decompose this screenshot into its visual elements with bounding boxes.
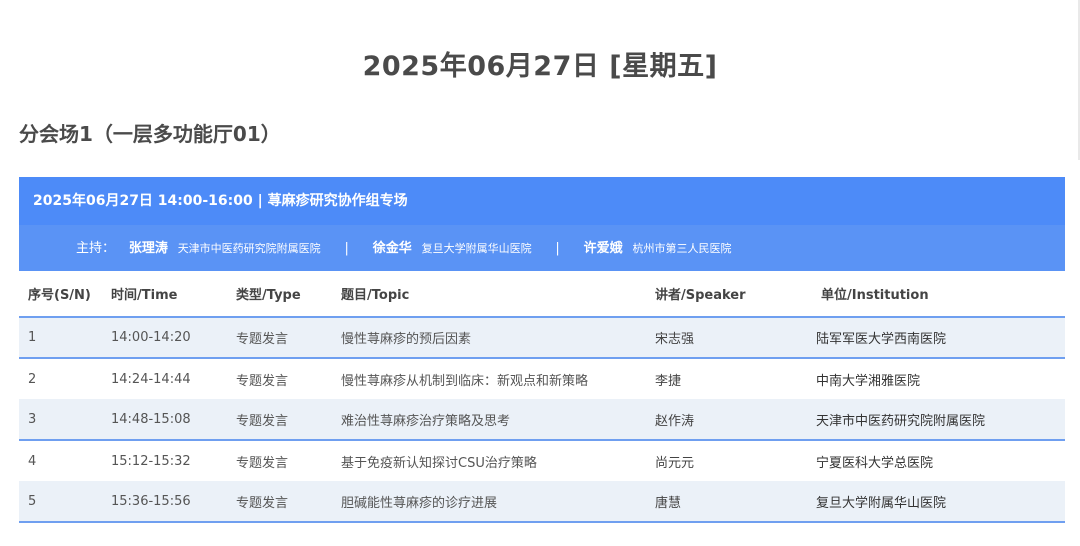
table-row: 2 14:24-14:44 专题发言 慢性荨麻疹从机制到临床：新观点和新策略 李… — [19, 358, 1065, 399]
table-row: 5 15:36-15:56 专题发言 胆碱能性荨麻疹的诊疗进展 唐慧 复旦大学附… — [19, 481, 1065, 523]
host-separator: | — [344, 241, 349, 256]
hosts-bar: 主持： 张理涛 天津市中医药研究院附属医院 | 徐金华 复旦大学附属华山医院 |… — [19, 225, 1065, 271]
cell-time: 15:36-15:56 — [102, 481, 227, 523]
cell-topic: 慢性荨麻疹的预后因素 — [332, 317, 646, 359]
host-institution: 杭州市第三人民医院 — [632, 242, 732, 255]
table-row: 1 14:00-14:20 专题发言 慢性荨麻疹的预后因素 宋志强 陆军军医大学… — [19, 317, 1065, 359]
page: 2025年06月27日 [星期五] 分会场1（一层多功能厅01） 2025年06… — [0, 0, 1080, 546]
cell-institution: 天津市中医药研究院附属医院 — [812, 399, 1065, 441]
session-header: 2025年06月27日 14:00-16:00 | 荨麻疹研究协作组专场 — [19, 177, 1065, 225]
cell-institution: 中南大学湘雅医院 — [812, 358, 1065, 399]
cell-topic: 慢性荨麻疹从机制到临床：新观点和新策略 — [332, 358, 646, 399]
column-header-speaker: 讲者/Speaker — [646, 271, 812, 318]
cell-time: 14:48-15:08 — [102, 399, 227, 441]
column-header-institution: 单位/Institution — [812, 271, 1065, 318]
cell-time: 15:12-15:32 — [102, 440, 227, 481]
cell-speaker: 唐慧 — [646, 481, 812, 523]
cell-type: 专题发言 — [227, 440, 332, 481]
cell-sn: 4 — [19, 440, 102, 481]
column-header-topic: 题目/Topic — [332, 271, 646, 318]
cell-time: 14:00-14:20 — [102, 317, 227, 359]
session-block: 2025年06月27日 14:00-16:00 | 荨麻疹研究协作组专场 主持：… — [19, 177, 1065, 523]
cell-sn: 2 — [19, 358, 102, 399]
cell-speaker: 尚元元 — [646, 440, 812, 481]
schedule-table: 序号(S/N) 时间/Time 类型/Type 题目/Topic 讲者/Spea… — [19, 271, 1065, 523]
column-header-time: 时间/Time — [102, 271, 227, 318]
date-title: 2025年06月27日 [星期五] — [362, 51, 718, 82]
cell-type: 专题发言 — [227, 399, 332, 441]
cell-topic: 基于免疫新认知探讨CSU治疗策略 — [332, 440, 646, 481]
cell-time: 14:24-14:44 — [102, 358, 227, 399]
cell-speaker: 李捷 — [646, 358, 812, 399]
table-row: 3 14:48-15:08 专题发言 难治性荨麻疹治疗策略及思考 赵作涛 天津市… — [19, 399, 1065, 441]
host-institution: 天津市中医药研究院附属医院 — [177, 242, 321, 255]
host-name: 许爱娥 — [583, 241, 623, 256]
cell-institution: 宁夏医科大学总医院 — [812, 440, 1065, 481]
cell-speaker: 赵作涛 — [646, 399, 812, 441]
cell-type: 专题发言 — [227, 358, 332, 399]
venue-title: 分会场1（一层多功能厅01） — [19, 122, 281, 146]
host-name: 徐金华 — [372, 241, 412, 256]
cell-sn: 3 — [19, 399, 102, 441]
host-separator: | — [555, 241, 560, 256]
cell-type: 专题发言 — [227, 317, 332, 359]
cell-institution: 复旦大学附属华山医院 — [812, 481, 1065, 523]
host-institution: 复旦大学附属华山医院 — [421, 242, 532, 255]
column-header-type: 类型/Type — [227, 271, 332, 318]
table-header-row: 序号(S/N) 时间/Time 类型/Type 题目/Topic 讲者/Spea… — [19, 271, 1065, 318]
table-row: 4 15:12-15:32 专题发言 基于免疫新认知探讨CSU治疗策略 尚元元 … — [19, 440, 1065, 481]
cell-speaker: 宋志强 — [646, 317, 812, 359]
cell-type: 专题发言 — [227, 481, 332, 523]
cell-sn: 1 — [19, 317, 102, 359]
cell-topic: 难治性荨麻疹治疗策略及思考 — [332, 399, 646, 441]
cell-institution: 陆军军医大学西南医院 — [812, 317, 1065, 359]
cell-sn: 5 — [19, 481, 102, 523]
host-name: 张理涛 — [128, 241, 168, 256]
hosts-label: 主持： — [76, 241, 116, 256]
cell-topic: 胆碱能性荨麻疹的诊疗进展 — [332, 481, 646, 523]
column-header-sn: 序号(S/N) — [19, 271, 102, 318]
